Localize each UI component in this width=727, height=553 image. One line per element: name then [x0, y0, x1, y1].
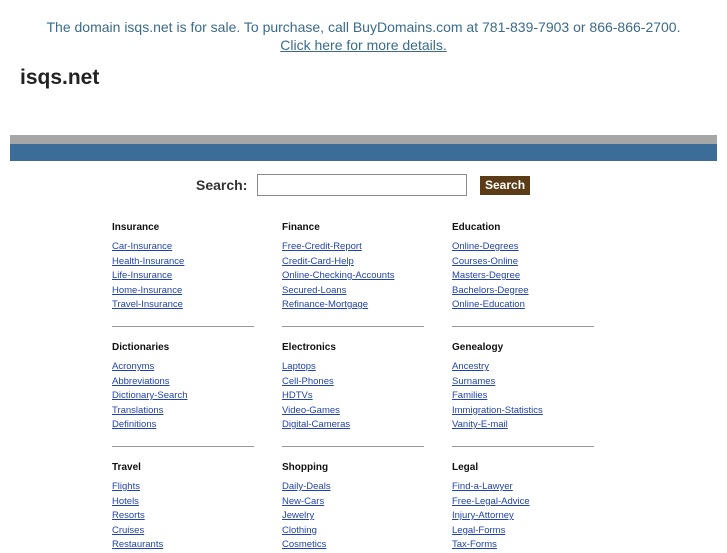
divider: [112, 446, 254, 447]
category-link[interactable]: Masters-Degree: [452, 270, 520, 281]
category-link[interactable]: Bachelors-Degree: [452, 285, 529, 296]
details-link[interactable]: Click here for more details.: [280, 37, 447, 53]
category-link[interactable]: Surnames: [452, 376, 495, 387]
category-title: Dictionaries: [112, 342, 170, 353]
divider: [282, 326, 424, 327]
category-title: Education: [452, 222, 501, 233]
category-link[interactable]: HDTVs: [282, 390, 313, 401]
category-link[interactable]: Injury-Attorney: [452, 510, 514, 521]
search-input[interactable]: [257, 174, 467, 196]
category-link[interactable]: Abbreviations: [112, 376, 170, 387]
divider: [452, 446, 594, 447]
category-link[interactable]: Cell-Phones: [282, 376, 334, 387]
category-link[interactable]: Translations: [112, 405, 163, 416]
category-title: Legal: [452, 462, 479, 473]
category-link[interactable]: Online-Checking-Accounts: [282, 270, 394, 281]
category-link[interactable]: Flights: [112, 481, 140, 492]
category-title: Shopping: [282, 462, 329, 473]
category-link[interactable]: Free-Legal-Advice: [452, 496, 530, 507]
category-title: Finance: [282, 222, 320, 233]
category-link[interactable]: Families: [452, 390, 487, 401]
divider: [282, 446, 424, 447]
category-link[interactable]: Digital-Cameras: [282, 419, 350, 430]
category-link[interactable]: Cruises: [112, 525, 144, 536]
category-travel: Travel Flights Hotels Resorts Cruises Re…: [112, 461, 272, 553]
category-link[interactable]: Life-Insurance: [112, 270, 172, 281]
category-link[interactable]: Courses-Online: [452, 256, 518, 267]
category-link[interactable]: Legal-Forms: [452, 525, 505, 536]
category-title: Insurance: [112, 222, 160, 233]
category-finance: Finance Free-Credit-Report Credit-Card-H…: [282, 221, 442, 313]
category-link[interactable]: Vanity-E-mail: [452, 419, 508, 430]
sale-banner: The domain isqs.net is for sale. To purc…: [0, 18, 727, 54]
category-electronics: Electronics Laptops Cell-Phones HDTVs Vi…: [282, 341, 442, 433]
category-link[interactable]: Secured-Loans: [282, 285, 346, 296]
category-title: Electronics: [282, 342, 336, 353]
category-link[interactable]: Dictionary-Search: [112, 390, 188, 401]
category-education: Education Online-Degrees Courses-Online …: [452, 221, 612, 313]
category-title: Genealogy: [452, 342, 504, 353]
category-link[interactable]: Resorts: [112, 510, 145, 521]
category-link[interactable]: Daily-Deals: [282, 481, 331, 492]
category-link[interactable]: Online-Degrees: [452, 241, 519, 252]
divider: [112, 326, 254, 327]
domain-title: isqs.net: [20, 66, 100, 89]
category-link[interactable]: Health-Insurance: [112, 256, 184, 267]
search-button[interactable]: Search: [480, 176, 531, 195]
category-link[interactable]: Car-Insurance: [112, 241, 172, 252]
category-link[interactable]: Acronyms: [112, 361, 154, 372]
header-bar-gray: [10, 135, 717, 144]
category-link[interactable]: Home-Insurance: [112, 285, 182, 296]
category-link[interactable]: Online-Education: [452, 299, 525, 310]
search-row: Search: Search: [0, 174, 727, 200]
search-label: Search:: [196, 177, 248, 193]
category-insurance: Insurance Car-Insurance Health-Insurance…: [112, 221, 272, 313]
sale-notice-text: The domain isqs.net is for sale. To purc…: [46, 19, 681, 35]
category-link[interactable]: Credit-Card-Help: [282, 256, 354, 267]
category-link[interactable]: Immigration-Statistics: [452, 405, 543, 416]
category-link[interactable]: Hotels: [112, 496, 139, 507]
header-bar-blue: [10, 144, 717, 161]
category-link[interactable]: Travel-Insurance: [112, 299, 183, 310]
category-link[interactable]: Laptops: [282, 361, 316, 372]
category-link[interactable]: Definitions: [112, 419, 156, 430]
category-link[interactable]: Jewelry: [282, 510, 314, 521]
category-link[interactable]: Video-Games: [282, 405, 340, 416]
category-link[interactable]: Find-a-Lawyer: [452, 481, 513, 492]
category-link[interactable]: Free-Credit-Report: [282, 241, 362, 252]
category-dictionaries: Dictionaries Acronyms Abbreviations Dict…: [112, 341, 272, 433]
divider: [452, 326, 594, 327]
category-legal: Legal Find-a-Lawyer Free-Legal-Advice In…: [452, 461, 612, 553]
category-link[interactable]: Ancestry: [452, 361, 489, 372]
category-link[interactable]: Clothing: [282, 525, 317, 536]
category-genealogy: Genealogy Ancestry Surnames Families Imm…: [452, 341, 612, 433]
category-title: Travel: [112, 462, 141, 473]
category-link[interactable]: New-Cars: [282, 496, 324, 507]
category-link[interactable]: Refinance-Mortgage: [282, 299, 368, 310]
category-shopping: Shopping Daily-Deals New-Cars Jewelry Cl…: [282, 461, 442, 553]
